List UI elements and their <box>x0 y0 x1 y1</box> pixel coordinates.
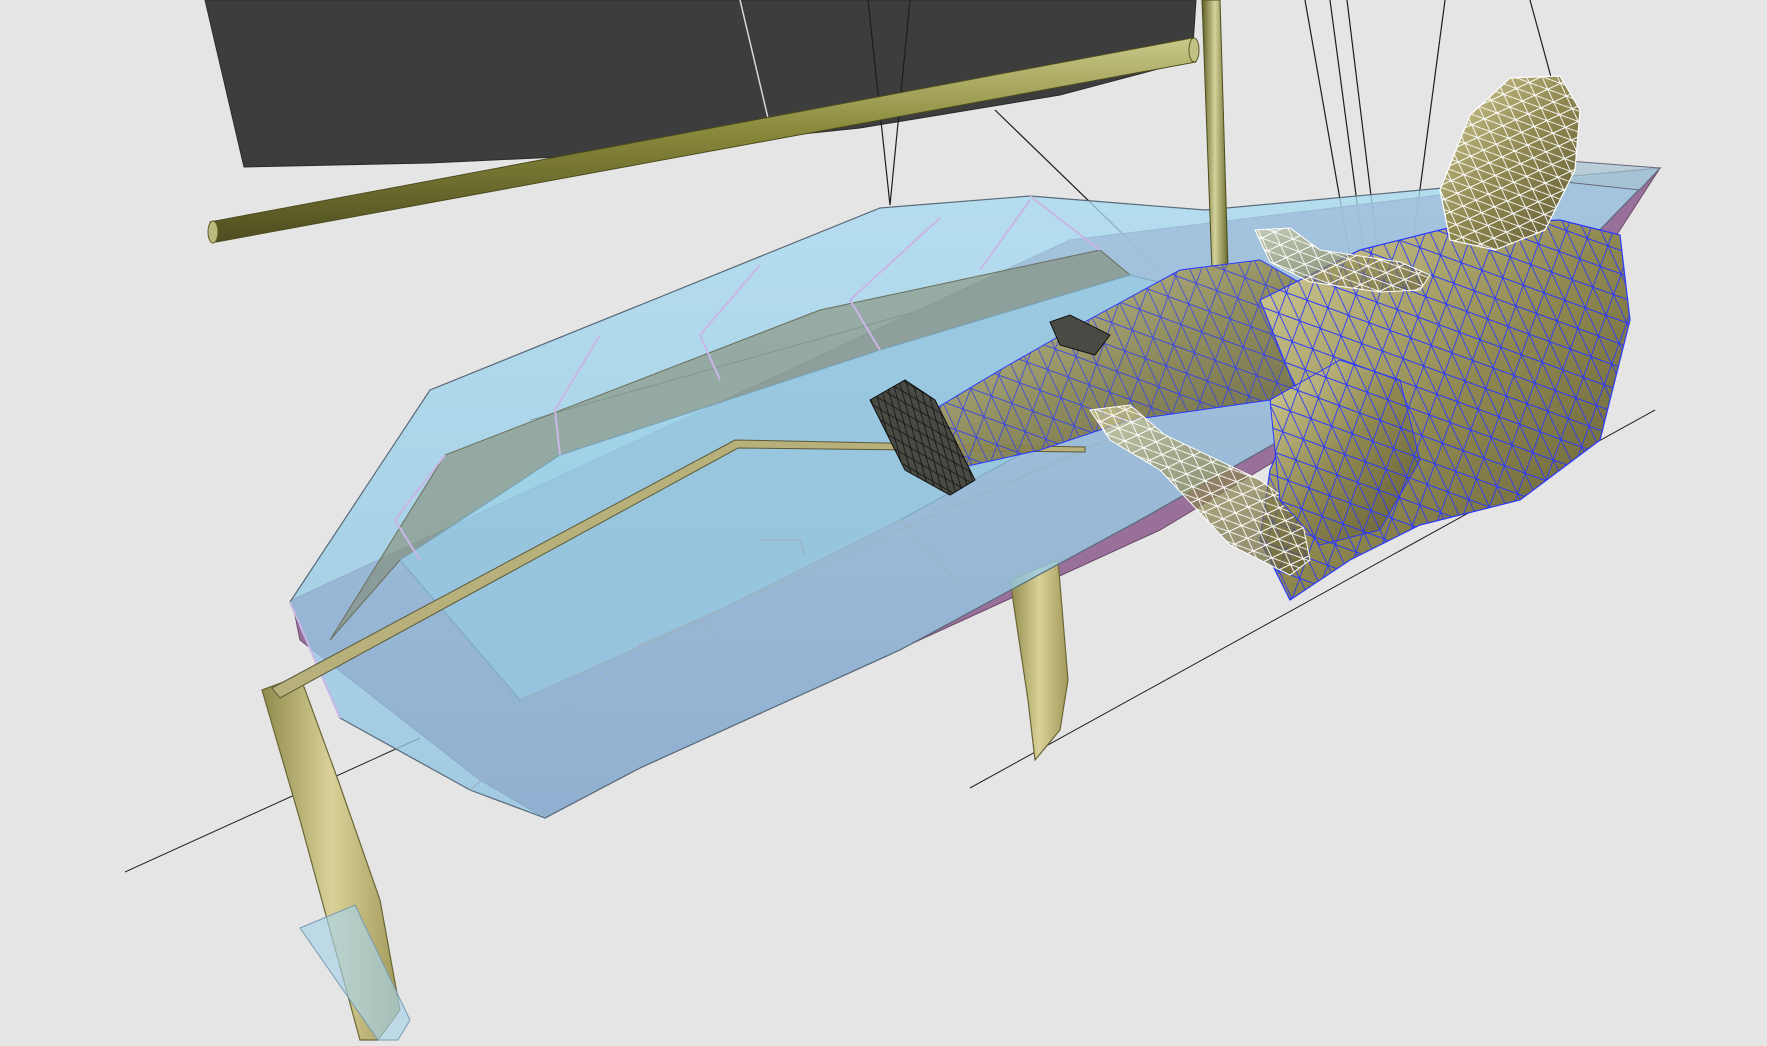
boat-model-scene[interactable] <box>0 0 1767 1046</box>
3d-viewport[interactable] <box>0 0 1767 1046</box>
daggerboard[interactable] <box>1009 559 1069 762</box>
